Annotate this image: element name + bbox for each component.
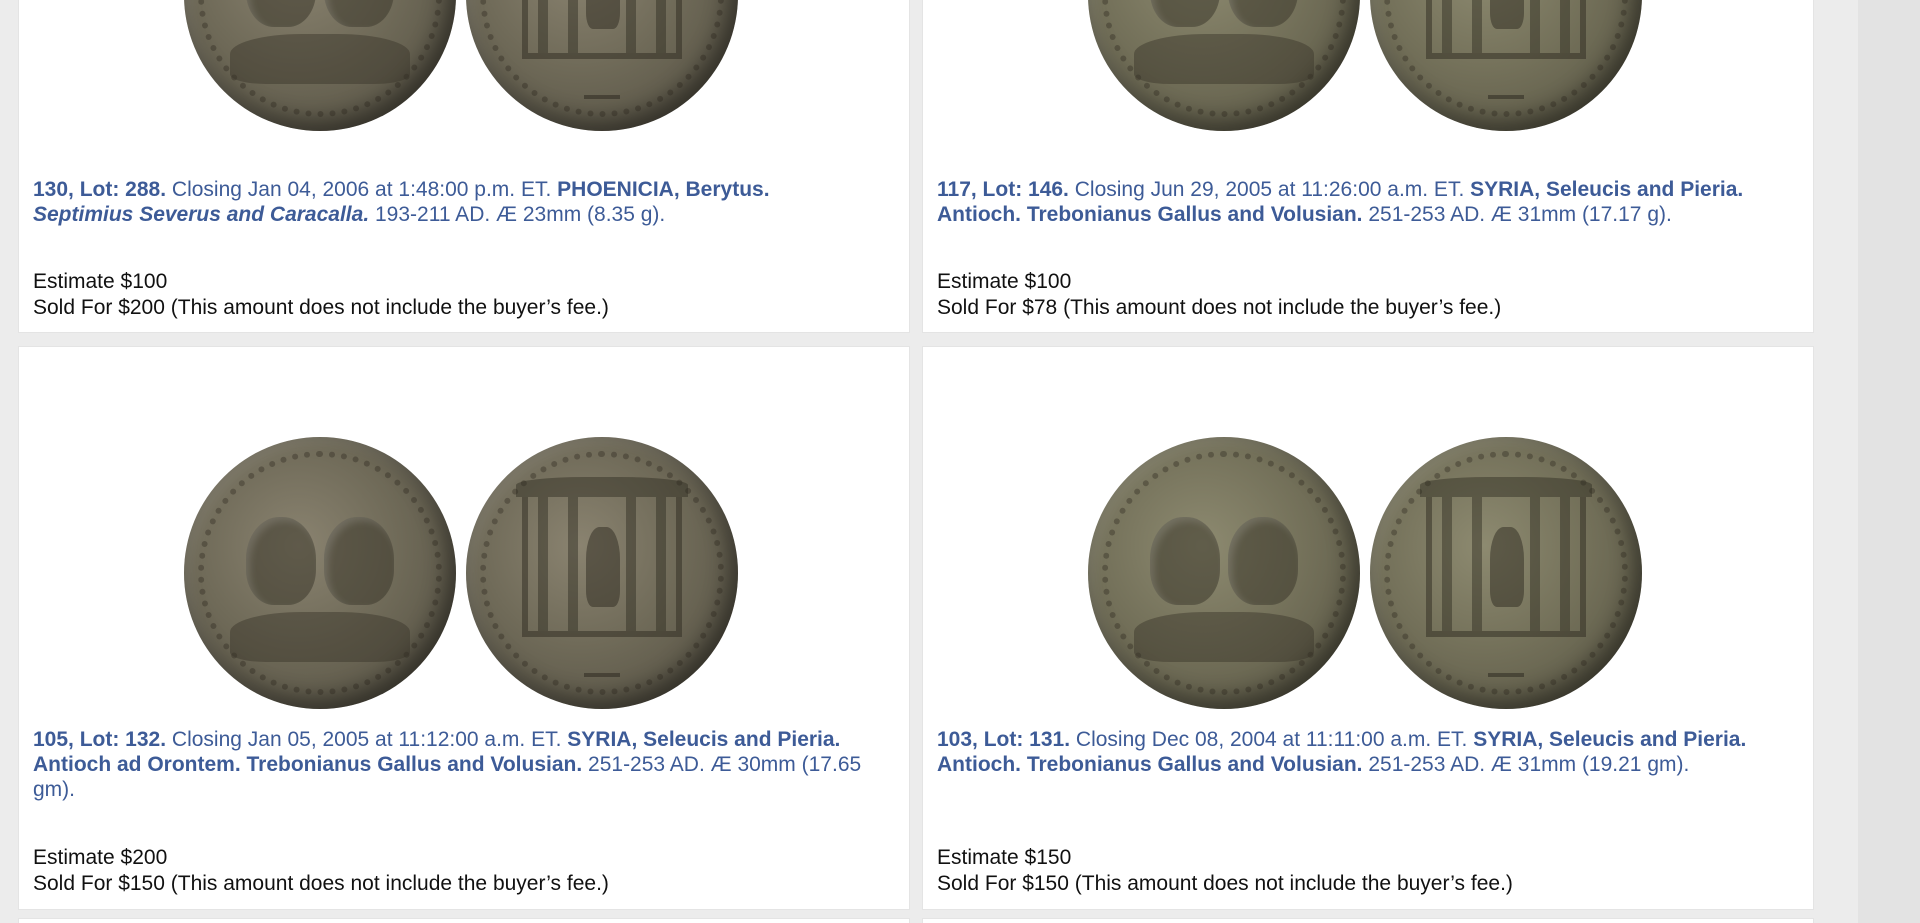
sold-for-text: Sold For $200 (This amount does not incl… bbox=[33, 296, 609, 319]
lot-title-ruler[interactable]: Antioch. Trebonianus Gallus and Volusian… bbox=[937, 753, 1363, 776]
coin-image[interactable] bbox=[184, 437, 744, 709]
lot-prices: Estimate $100 Sold For $200 (This amount… bbox=[33, 269, 903, 321]
sold-for-text: Sold For $150 (This amount does not incl… bbox=[937, 872, 1513, 895]
lot-number-link[interactable]: 130, Lot: 288. bbox=[33, 178, 166, 201]
lot-number-link[interactable]: 103, Lot: 131. bbox=[937, 728, 1070, 751]
estimate-text: Estimate $100 bbox=[937, 270, 1072, 293]
coin-image[interactable] bbox=[1088, 437, 1648, 709]
lot-card: 130, Lot: 288. Closing Jan 04, 2006 at 1… bbox=[18, 0, 910, 333]
estimate-text: Estimate $200 bbox=[33, 846, 168, 869]
lot-card: 117, Lot: 146. Closing Jun 29, 2005 at 1… bbox=[922, 0, 1814, 333]
lot-details: 251-253 AD. Æ 31mm (19.21 gm). bbox=[1368, 753, 1690, 776]
lot-details: 193-211 AD. Æ 23mm (8.35 g). bbox=[375, 203, 666, 226]
sold-for-text: Sold For $150 (This amount does not incl… bbox=[33, 872, 609, 895]
sold-for-text: Sold For $78 (This amount does not inclu… bbox=[937, 296, 1502, 319]
lot-title-ruler[interactable]: Antioch. Trebonianus Gallus and Volusian… bbox=[937, 203, 1363, 226]
coin-reverse-image bbox=[1370, 437, 1642, 709]
coin-reverse-image bbox=[466, 437, 738, 709]
lot-number-link[interactable]: 105, Lot: 132. bbox=[33, 728, 166, 751]
lot-prices: Estimate $150 Sold For $150 (This amount… bbox=[937, 845, 1807, 897]
closing-date: Closing Jan 05, 2005 at 11:12:00 a.m. ET… bbox=[171, 728, 562, 751]
lot-card: 103, Lot: 131. Closing Dec 08, 2004 at 1… bbox=[922, 346, 1814, 910]
lot-card-partial bbox=[18, 918, 910, 923]
coin-reverse-image bbox=[466, 0, 738, 131]
coin-obverse-image bbox=[184, 0, 456, 131]
coin-image[interactable] bbox=[1088, 0, 1648, 131]
coin-obverse-image bbox=[184, 437, 456, 709]
coin-obverse-image bbox=[1088, 0, 1360, 131]
coin-image[interactable] bbox=[184, 0, 744, 131]
closing-date: Closing Dec 08, 2004 at 11:11:00 a.m. ET… bbox=[1075, 728, 1468, 751]
coin-obverse-image bbox=[1088, 437, 1360, 709]
lot-prices: Estimate $100 Sold For $78 (This amount … bbox=[937, 269, 1807, 321]
lot-title-ruler[interactable]: Septimius Severus and Caracalla. bbox=[33, 203, 369, 226]
lot-description: 130, Lot: 288. Closing Jan 04, 2006 at 1… bbox=[33, 177, 903, 227]
coin-reverse-image bbox=[1370, 0, 1642, 131]
lot-description: 103, Lot: 131. Closing Dec 08, 2004 at 1… bbox=[937, 727, 1807, 777]
lot-card: 105, Lot: 132. Closing Jan 05, 2005 at 1… bbox=[18, 346, 910, 910]
lot-description: 117, Lot: 146. Closing Jun 29, 2005 at 1… bbox=[937, 177, 1807, 227]
lot-description: 105, Lot: 132. Closing Jan 05, 2005 at 1… bbox=[33, 727, 903, 802]
closing-date: Closing Jun 29, 2005 at 11:26:00 a.m. ET… bbox=[1074, 178, 1465, 201]
auction-results-page: 130, Lot: 288. Closing Jan 04, 2006 at 1… bbox=[0, 0, 1920, 923]
lot-title-ruler[interactable]: Antioch ad Orontem. Trebonianus Gallus a… bbox=[33, 753, 582, 776]
estimate-text: Estimate $150 bbox=[937, 846, 1072, 869]
lot-title-region[interactable]: PHOENICIA, Berytus. bbox=[557, 178, 769, 201]
lot-details: 251-253 AD. Æ 31mm (17.17 g). bbox=[1368, 203, 1672, 226]
lot-title-region[interactable]: SYRIA, Seleucis and Pieria. bbox=[1473, 728, 1746, 751]
lot-title-region[interactable]: SYRIA, Seleucis and Pieria. bbox=[567, 728, 840, 751]
lot-card-partial bbox=[922, 918, 1814, 923]
scrollbar-track[interactable] bbox=[1858, 0, 1920, 923]
closing-date: Closing Jan 04, 2006 at 1:48:00 p.m. ET. bbox=[171, 178, 552, 201]
lot-title-region[interactable]: SYRIA, Seleucis and Pieria. bbox=[1470, 178, 1743, 201]
lot-prices: Estimate $200 Sold For $150 (This amount… bbox=[33, 845, 903, 897]
lot-number-link[interactable]: 117, Lot: 146. bbox=[937, 178, 1069, 201]
estimate-text: Estimate $100 bbox=[33, 270, 168, 293]
